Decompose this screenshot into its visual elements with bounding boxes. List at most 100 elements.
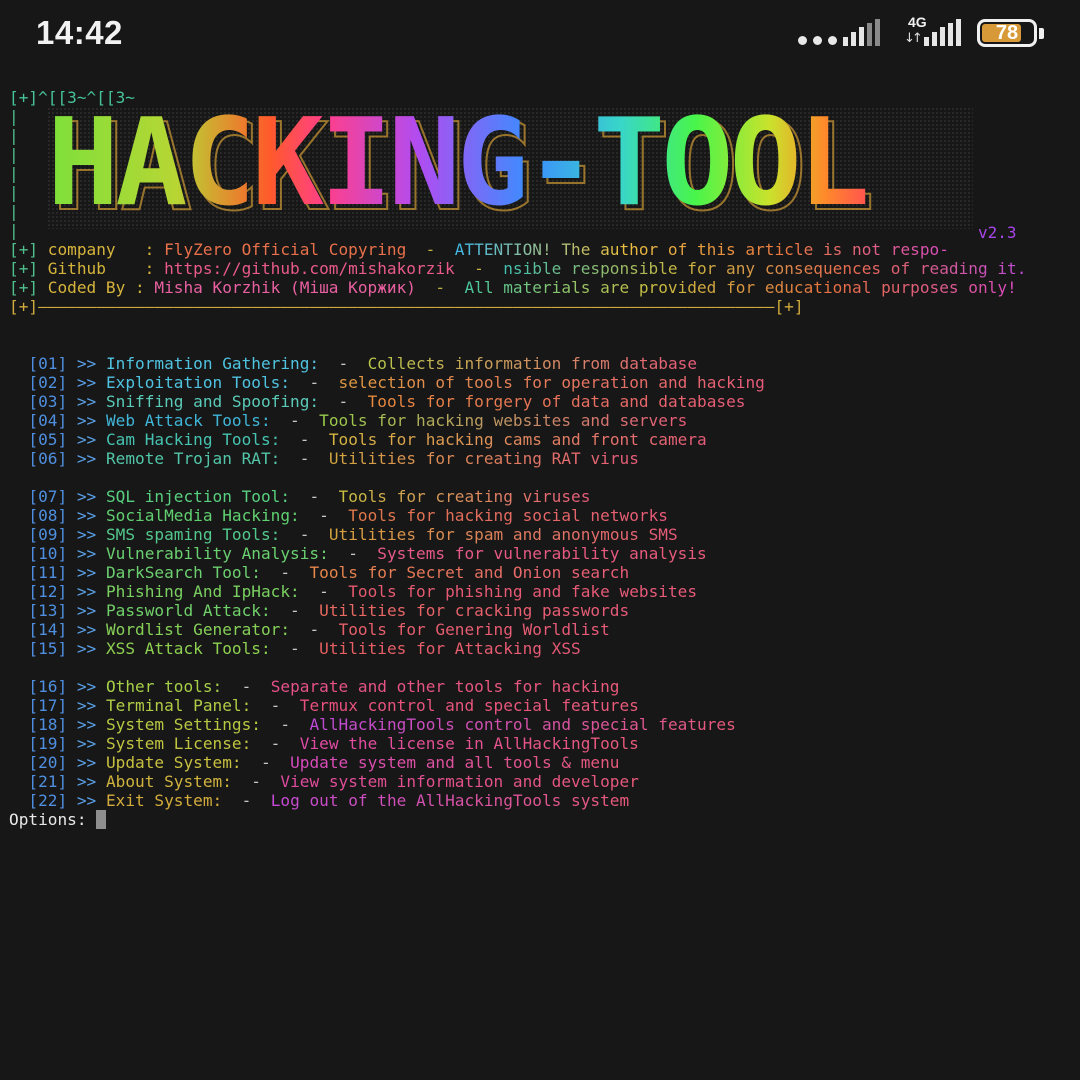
separator-line: [+]—————————————————————————————————————… [9,297,804,316]
menu-item-description: Systems for vulnerability analysis [377,544,707,563]
menu-item-number: [09] [28,525,68,544]
menu-item-arrow: >> [76,430,97,449]
battery-cap [1039,28,1044,39]
info-sep: - [416,278,465,297]
menu-item-name: System Settings: [105,715,261,734]
info-prefix: [+] [9,240,39,259]
menu-item[interactable]: [22] >> Exit System: - Log out of the Al… [9,791,1077,810]
menu-item-name: SocialMedia Hacking: [105,506,300,525]
info-note: ATTENTION! The author of this article is… [454,240,949,259]
menu-item-number: [17] [28,696,68,715]
menu-item-arrow: >> [76,373,97,392]
menu-item-description: Collects information from database [367,354,698,373]
prompt-line[interactable]: Options: [9,810,1077,829]
menu-item-description: Tools for forgery of data and databases [367,392,746,411]
menu-item-number: [01] [28,354,68,373]
version-label: v2.3 [978,223,1017,242]
banner-left-bars: | | | | | | | [9,107,19,240]
banner-logo-text: HACKING-TOOL [47,107,973,225]
data-transfer-icon: ↓↑ [904,31,923,46]
info-prefix: [+] [9,259,39,278]
menu-item-description: Utilities for creating RAT virus [328,449,639,468]
info-note: nsible responsible for any consequences … [503,259,1027,278]
info-block: [+] company : FlyZero Official Copyring … [9,240,1077,297]
menu-item-arrow: >> [76,620,97,639]
menu-item-description: Tools for phishing and fake websites [348,582,698,601]
menu-item[interactable]: [07] >> SQL injection Tool: - Tools for … [9,487,1077,506]
menu-item-description: Separate and other tools for hacking [270,677,620,696]
menu-item[interactable]: [06] >> Remote Trojan RAT: - Utilities f… [9,449,1077,468]
menu-item[interactable]: [11] >> DarkSearch Tool: - Tools for Sec… [9,563,1077,582]
menu-item[interactable]: [17] >> Terminal Panel: - Termux control… [9,696,1077,715]
menu-item-number: [22] [28,791,68,810]
menu-item-number: [06] [28,449,68,468]
menu-item[interactable]: [08] >> SocialMedia Hacking: - Tools for… [9,506,1077,525]
menu-item-arrow: >> [76,506,97,525]
menu-item[interactable]: [02] >> Exploitation Tools: - selection … [9,373,1077,392]
menu-item-name: SMS spaming Tools: [105,525,281,544]
menu-item[interactable]: [21] >> About System: - View system info… [9,772,1077,791]
menu-item-description: Tools for hacking websites and servers [319,411,688,430]
menu-item-number: [13] [28,601,68,620]
menu-item-name: Sniffing and Spoofing: [105,392,320,411]
menu-item[interactable]: [19] >> System License: - View the licen… [9,734,1077,753]
menu-item-description: Tools for creating viruses [338,487,591,506]
menu-item-arrow: >> [76,715,97,734]
signal-strength-icon [843,19,880,46]
menu-item-name: SQL injection Tool: [105,487,291,506]
menu-item[interactable]: [13] >> Passworld Attack: - Utilities fo… [9,601,1077,620]
menu-item-number: [16] [28,677,68,696]
menu-item[interactable]: [03] >> Sniffing and Spoofing: - Tools f… [9,392,1077,411]
info-label: Github : [47,259,165,278]
terminal-first-line: [+]^[[3~^[[3~ [9,88,1077,107]
menu-item-description: View the license in AllHackingTools [299,734,639,753]
menu-item[interactable]: [05] >> Cam Hacking Tools: - Tools for h… [9,430,1077,449]
menu-item-arrow: >> [76,544,97,563]
menu-item[interactable]: [09] >> SMS spaming Tools: - Utilities f… [9,525,1077,544]
info-line: [+] company : FlyZero Official Copyring … [9,240,1077,259]
menu-item[interactable]: [04] >> Web Attack Tools: - Tools for ha… [9,411,1077,430]
signal-strength-icon-2 [924,19,961,46]
menu-item-name: Vulnerability Analysis: [105,544,329,563]
menu-item-name: Wordlist Generator: [105,620,291,639]
menu-item-name: Phishing And IpHack: [105,582,300,601]
battery-icon: 78 [977,19,1037,47]
menu-item-name: System License: [105,734,252,753]
menu-item[interactable]: [12] >> Phishing And IpHack: - Tools for… [9,582,1077,601]
menu-item-arrow: >> [76,677,97,696]
menu-item[interactable]: [16] >> Other tools: - Separate and othe… [9,677,1077,696]
menu-item-arrow: >> [76,753,97,772]
menu-item-arrow: >> [76,392,97,411]
menu-item[interactable]: [01] >> Information Gathering: - Collect… [9,354,1077,373]
info-label: Coded By : [47,278,155,297]
info-note: All materials are provided for education… [464,278,1017,297]
menu-item-description: View system information and developer [280,772,639,791]
menu-item-description: Update system and all tools & menu [290,753,620,772]
menu-item[interactable]: [20] >> Update System: - Update system a… [9,753,1077,772]
text-cursor [96,810,107,829]
menu-item-name: Information Gathering: [105,354,320,373]
menu-item-name: Passworld Attack: [105,601,271,620]
menu-item-description: selection of tools for operation and hac… [338,373,765,392]
terminal-output[interactable]: [+]^[[3~^[[3~ | | | | | | | HACKING-TOOL… [9,88,1077,829]
menu-item-arrow: >> [76,734,97,753]
menu-item-description: Utilities for spam and anonymous SMS [328,525,678,544]
menu-item-arrow: >> [76,696,97,715]
menu-item-number: [20] [28,753,68,772]
info-prefix: [+] [9,278,39,297]
menu-item-name: XSS Attack Tools: [105,639,271,658]
menu-item[interactable]: [14] >> Wordlist Generator: - Tools for … [9,620,1077,639]
info-spacer [38,259,48,278]
banner: | | | | | | | HACKING-TOOL HACKING-TOOL … [9,107,1077,242]
menu-item-description: Tools for hacking social networks [348,506,668,525]
menu-item-arrow: >> [76,601,97,620]
menu-item-number: [10] [28,544,68,563]
menu-item-description: Tools for Genering Worldlist [338,620,610,639]
menu-item[interactable]: [18] >> System Settings: - AllHackingToo… [9,715,1077,734]
menu-item-number: [02] [28,373,68,392]
menu-item-name: Web Attack Tools: [105,411,271,430]
menu-item[interactable]: [15] >> XSS Attack Tools: - Utilities fo… [9,639,1077,658]
menu-item[interactable]: [10] >> Vulnerability Analysis: - System… [9,544,1077,563]
info-value: FlyZero Official Copyring [164,240,407,259]
menu-item-number: [07] [28,487,68,506]
